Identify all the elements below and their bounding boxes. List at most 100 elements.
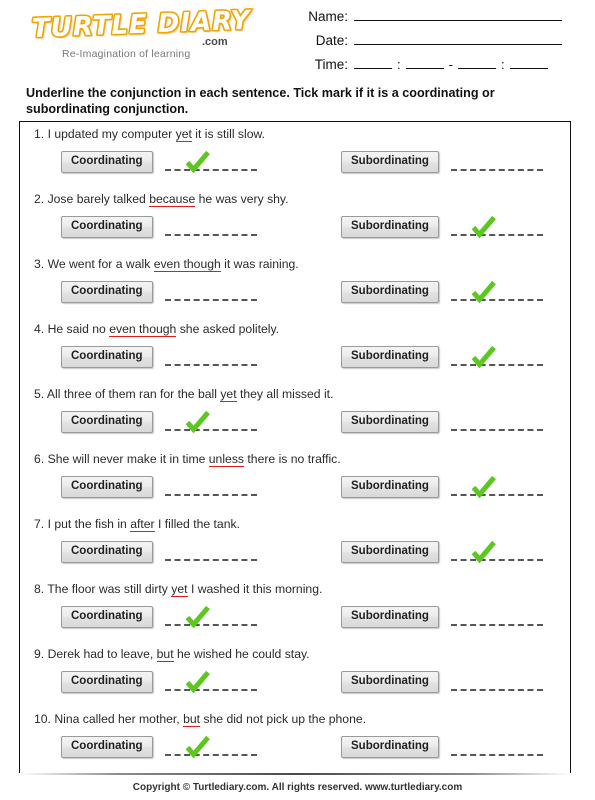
subordinating-button[interactable]: Subordinating: [341, 281, 439, 303]
coordinating-button[interactable]: Coordinating: [61, 411, 153, 433]
subordinating-option: Subordinating: [341, 281, 546, 303]
worksheet-instruction: Underline the conjunction in each senten…: [26, 86, 495, 116]
underlined-conjunction: yet: [171, 582, 188, 597]
subordinating-option: Subordinating: [341, 541, 546, 563]
subordinating-answer-slot[interactable]: [450, 476, 546, 498]
question-number: 9.: [34, 647, 45, 661]
subordinating-answer-slot[interactable]: [450, 346, 546, 368]
subordinating-button[interactable]: Subordinating: [341, 606, 439, 628]
question-number: 6.: [34, 452, 45, 466]
question-row: 4. He said no even though she asked poli…: [19, 316, 571, 381]
subordinating-dashed-line: [450, 754, 543, 756]
date-field-row: Date:: [300, 32, 585, 54]
subordinating-answer-slot[interactable]: [450, 411, 546, 433]
logo-tagline: Re-Imagination of learning: [62, 48, 191, 60]
coordinating-button[interactable]: Coordinating: [61, 476, 153, 498]
underlined-conjunction: but: [156, 647, 174, 662]
coordinating-answer-slot[interactable]: [164, 151, 260, 173]
coordinating-option: Coordinating: [61, 411, 260, 433]
sentence-after: he was very shy.: [195, 192, 289, 206]
coordinating-option: Coordinating: [61, 541, 260, 563]
coordinating-button[interactable]: Coordinating: [61, 151, 153, 173]
coordinating-dashed-line: [164, 559, 257, 561]
coordinating-dashed-line: [164, 754, 257, 756]
time-colon-2: :: [500, 57, 505, 72]
subordinating-answer-slot[interactable]: [450, 541, 546, 563]
subordinating-answer-slot[interactable]: [450, 216, 546, 238]
subordinating-button[interactable]: Subordinating: [341, 216, 439, 238]
coordinating-button[interactable]: Coordinating: [61, 606, 153, 628]
coordinating-button[interactable]: Coordinating: [61, 216, 153, 238]
check-icon: [185, 411, 211, 433]
sentence-before: She will never make it in time: [47, 452, 209, 466]
subordinating-answer-slot[interactable]: [450, 606, 546, 628]
subordinating-answer-slot[interactable]: [450, 151, 546, 173]
coordinating-button[interactable]: Coordinating: [61, 541, 153, 563]
question-number: 8.: [34, 582, 45, 596]
subordinating-option: Subordinating: [341, 411, 546, 433]
sentence-after: they all missed it.: [236, 387, 334, 401]
subordinating-answer-slot[interactable]: [450, 281, 546, 303]
coordinating-answer-slot[interactable]: [164, 736, 260, 758]
subordinating-answer-slot[interactable]: [450, 671, 546, 693]
coordinating-answer-slot[interactable]: [164, 606, 260, 628]
sentence-after: she did not pick up the phone.: [200, 712, 367, 726]
sentence-after: it is still slow.: [191, 127, 266, 141]
coordinating-button[interactable]: Coordinating: [61, 346, 153, 368]
coordinating-option: Coordinating: [61, 346, 260, 368]
subordinating-answer-slot[interactable]: [450, 736, 546, 758]
time-start-minute-line[interactable]: [405, 56, 444, 69]
coordinating-answer-slot[interactable]: [164, 541, 260, 563]
subordinating-button[interactable]: Subordinating: [341, 411, 439, 433]
underlined-conjunction: but: [183, 712, 201, 727]
coordinating-dashed-line: [164, 689, 257, 691]
sentence-after: it was raining.: [220, 257, 299, 271]
time-end-minute-line[interactable]: [509, 56, 548, 69]
question-number: 10.: [34, 712, 51, 726]
page-header: TURTLE DIARY .com Re-Imagination of lear…: [0, 0, 595, 82]
subordinating-option: Subordinating: [341, 216, 546, 238]
question-number: 1.: [34, 127, 45, 141]
coordinating-answer-slot[interactable]: [164, 281, 260, 303]
coordinating-dashed-line: [164, 299, 257, 301]
coordinating-button[interactable]: Coordinating: [61, 671, 153, 693]
time-start-hour-line[interactable]: [354, 56, 392, 69]
coordinating-answer-slot[interactable]: [164, 411, 260, 433]
subordinating-button[interactable]: Subordinating: [341, 151, 439, 173]
subordinating-button[interactable]: Subordinating: [341, 736, 439, 758]
coordinating-answer-slot[interactable]: [164, 671, 260, 693]
sentence-before: All three of them ran for the ball: [46, 387, 221, 401]
coordinating-dashed-line: [164, 169, 257, 171]
sentence-after: there is no traffic.: [244, 452, 341, 466]
student-info-fields: Name: Date: Time: : - :: [300, 8, 585, 80]
date-input-line[interactable]: [354, 32, 562, 45]
subordinating-button[interactable]: Subordinating: [341, 346, 439, 368]
coordinating-answer-slot[interactable]: [164, 476, 260, 498]
sentence-before: I put the fish in: [47, 517, 131, 531]
question-number: 7.: [34, 517, 45, 531]
footer-copyright: Copyright © Turtlediary.com. All rights …: [132, 782, 463, 793]
question-sentence: 1. I updated my computer yet it is still…: [34, 127, 266, 142]
coordinating-answer-slot[interactable]: [164, 346, 260, 368]
subordinating-option: Subordinating: [341, 151, 546, 173]
coordinating-option: Coordinating: [61, 216, 260, 238]
subordinating-option: Subordinating: [341, 606, 546, 628]
sentence-before: The floor was still dirty: [47, 582, 172, 596]
sentence-after: I washed it this morning.: [187, 582, 323, 596]
coordinating-answer-slot[interactable]: [164, 216, 260, 238]
coordinating-option: Coordinating: [61, 671, 260, 693]
subordinating-button[interactable]: Subordinating: [341, 476, 439, 498]
sentence-after: she asked politely.: [176, 322, 280, 336]
footer-divider: [19, 773, 571, 775]
coordinating-dashed-line: [164, 234, 257, 236]
subordinating-button[interactable]: Subordinating: [341, 541, 439, 563]
coordinating-option: Coordinating: [61, 151, 260, 173]
coordinating-dashed-line: [164, 624, 257, 626]
coordinating-button[interactable]: Coordinating: [61, 736, 153, 758]
question-sentence: 7. I put the fish in after I filled the …: [34, 517, 240, 532]
name-input-line[interactable]: [354, 8, 562, 21]
time-end-hour-line[interactable]: [457, 56, 496, 69]
subordinating-dashed-line: [450, 494, 543, 496]
subordinating-button[interactable]: Subordinating: [341, 671, 439, 693]
coordinating-button[interactable]: Coordinating: [61, 281, 153, 303]
